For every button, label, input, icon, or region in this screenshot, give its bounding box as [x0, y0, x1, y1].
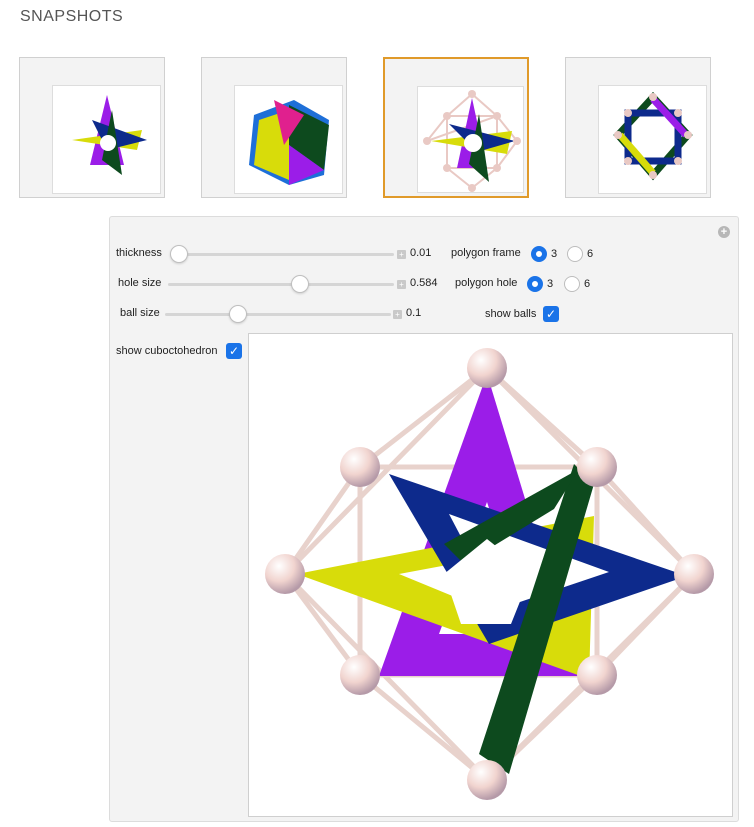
snapshot-thumbnail-1[interactable] [19, 57, 165, 198]
thumbnail-image [613, 91, 693, 181]
polygon-frame-label: polygon frame [451, 247, 521, 259]
polygon-frame-radio-6[interactable] [567, 246, 583, 262]
polygon-hole-label: polygon hole [455, 277, 518, 289]
polygon-frame-radio-3[interactable] [531, 246, 547, 262]
show-balls-checkbox[interactable]: ✓ [543, 306, 559, 322]
ball-size-slider-track[interactable] [165, 313, 391, 316]
ball-size-slider-handle[interactable] [229, 305, 247, 323]
plus-icon[interactable]: + [397, 250, 406, 259]
thumbnail-image [72, 95, 147, 175]
thickness-label: thickness [116, 247, 162, 259]
plus-icon[interactable]: + [718, 226, 730, 238]
check-icon: ✓ [545, 307, 557, 321]
hole-size-label: hole size [118, 277, 162, 289]
graphics-canvas[interactable] [248, 333, 733, 817]
polygon-frame-option-3: 3 [551, 248, 558, 260]
ball-size-label: ball size [120, 307, 160, 319]
polygon-frame-option-6: 6 [587, 248, 594, 260]
polygon-hole-option-3: 3 [547, 278, 554, 290]
snapshot-thumbnail-2[interactable] [201, 57, 347, 198]
check-icon: ✓ [228, 344, 240, 358]
star-polyhedron-graphic [265, 348, 714, 800]
thumbnail-image [423, 90, 521, 192]
snapshot-thumbnail-3[interactable] [383, 57, 529, 198]
hole-size-slider-track[interactable] [168, 283, 394, 286]
hole-size-slider-handle[interactable] [291, 275, 309, 293]
hole-size-value: 0.584 [410, 277, 438, 289]
polygon-hole-option-6: 6 [584, 278, 591, 290]
ball-size-value: 0.1 [406, 307, 422, 319]
manipulate-panel: + thickness + 0.01 hole size + 0.584 bal… [109, 216, 739, 822]
thumbnail-image [249, 100, 329, 185]
plus-icon[interactable]: + [397, 280, 406, 289]
thickness-value: 0.01 [410, 247, 432, 259]
plus-icon[interactable]: + [393, 310, 402, 319]
show-balls-label: show balls [485, 308, 537, 320]
snapshot-thumbnail-4[interactable] [565, 57, 711, 198]
polygon-hole-radio-3[interactable] [527, 276, 543, 292]
thickness-slider-track[interactable] [174, 253, 394, 256]
polygon-hole-radio-6[interactable] [564, 276, 580, 292]
show-cuboctohedron-checkbox[interactable]: ✓ [226, 343, 242, 359]
snapshots-heading: SNAPSHOTS [20, 8, 124, 25]
show-cuboctohedron-label: show cuboctohedron [116, 345, 218, 357]
thickness-slider-handle[interactable] [170, 245, 188, 263]
